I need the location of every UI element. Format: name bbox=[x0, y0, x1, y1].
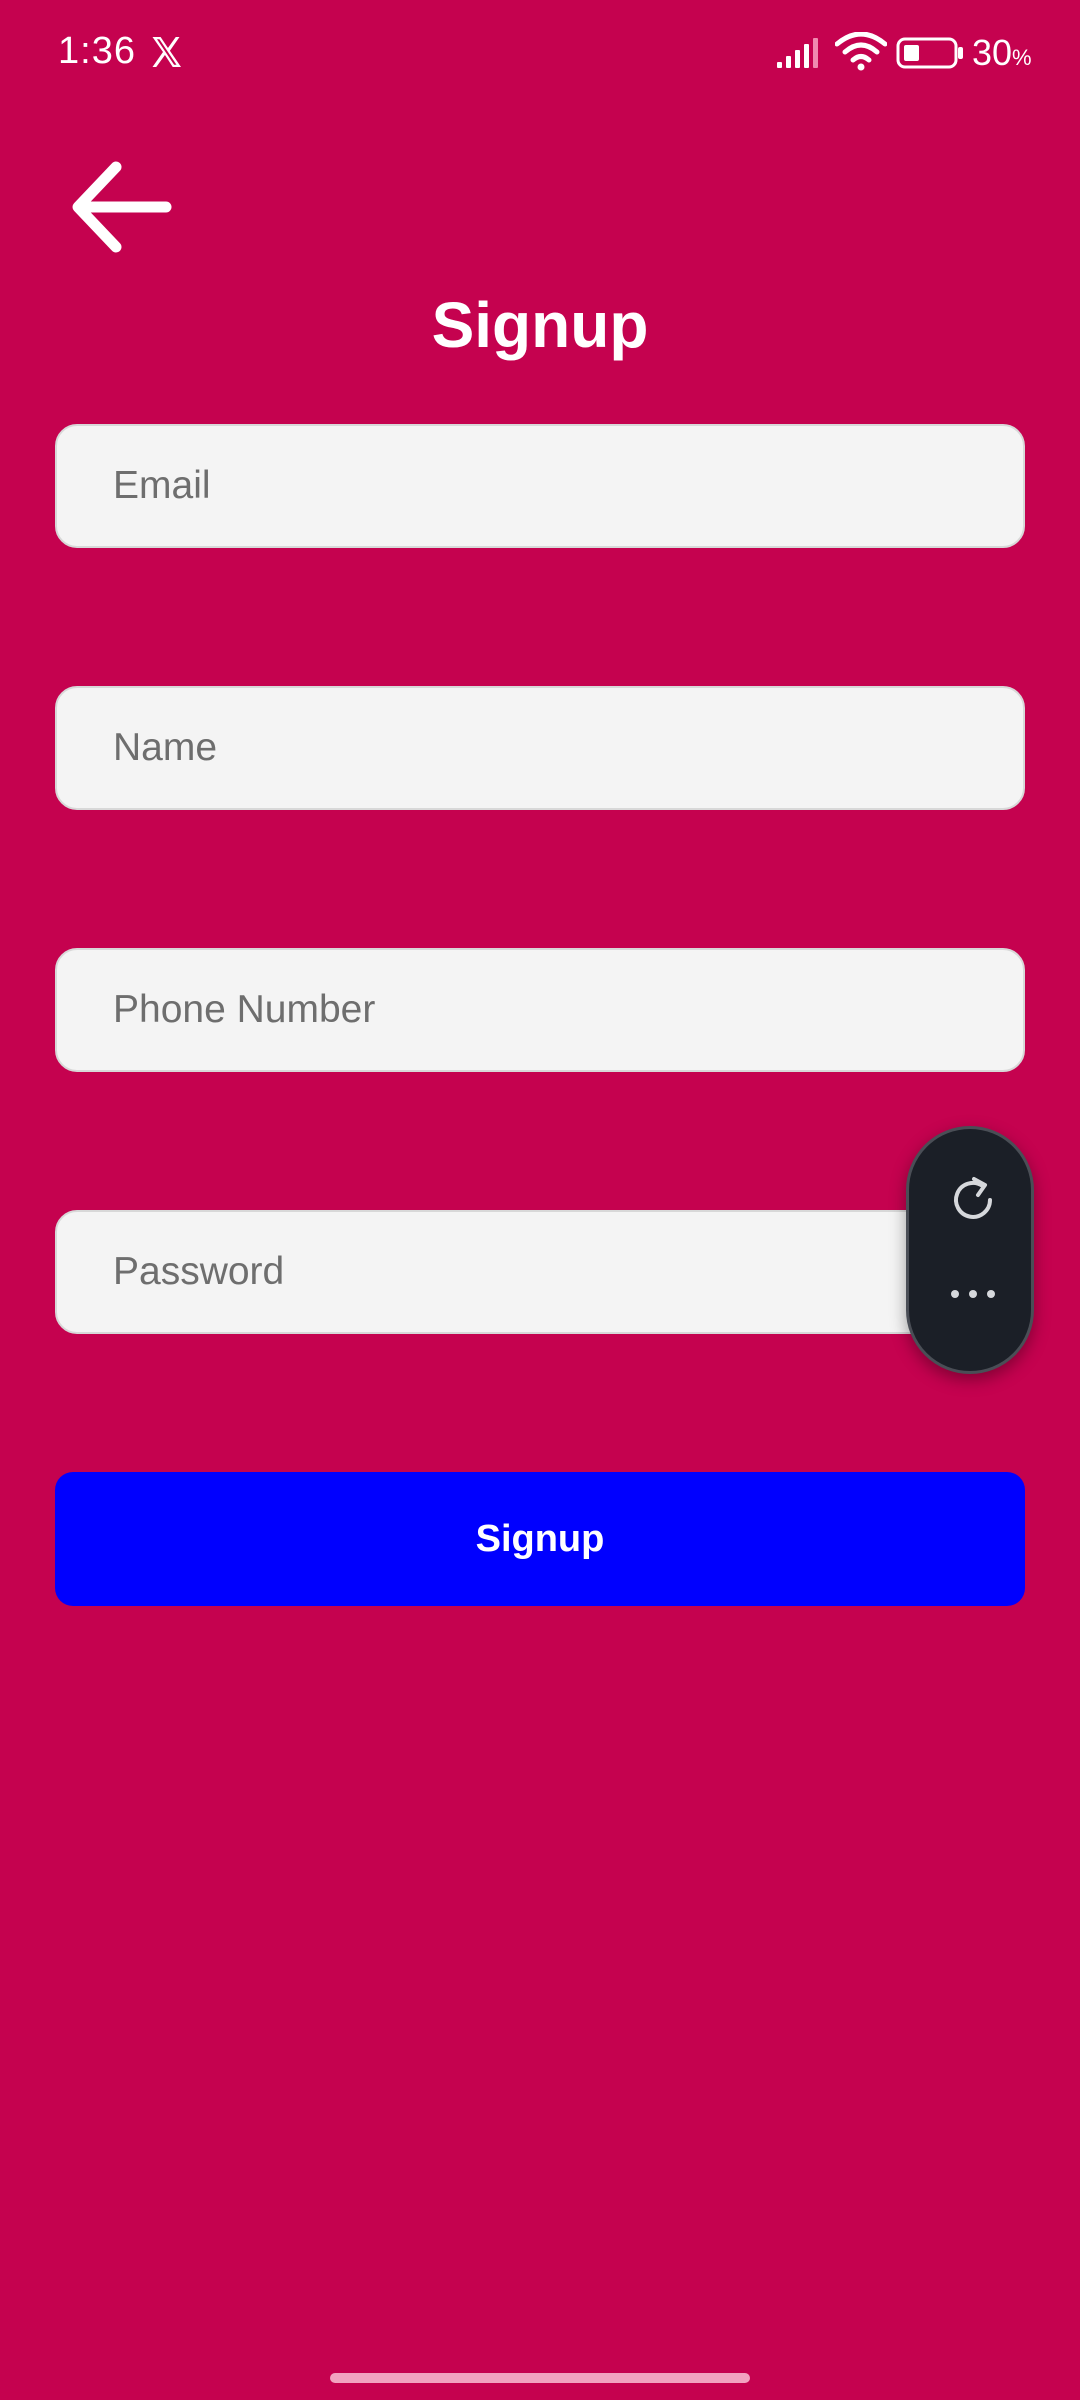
wifi-icon bbox=[835, 32, 887, 71]
signup-button[interactable]: Signup bbox=[55, 1472, 1025, 1606]
name-field-container bbox=[55, 686, 1025, 810]
password-field-container bbox=[55, 1210, 1025, 1334]
signal-icon bbox=[777, 38, 818, 68]
arrow-left-icon bbox=[72, 161, 172, 253]
more-dots-icon[interactable] bbox=[945, 1279, 1001, 1309]
refresh-icon[interactable] bbox=[946, 1173, 1000, 1227]
status-bar: 1:36 30% bbox=[0, 0, 1080, 110]
email-field-container bbox=[55, 424, 1025, 548]
name-field[interactable] bbox=[57, 688, 1023, 808]
floating-action-pill bbox=[906, 1126, 1034, 1374]
battery-icon bbox=[896, 37, 963, 69]
x-logo-icon bbox=[152, 37, 181, 67]
back-button[interactable] bbox=[66, 155, 176, 265]
page-title: Signup bbox=[431, 289, 649, 361]
home-indicator[interactable] bbox=[330, 2373, 750, 2383]
password-field[interactable] bbox=[57, 1212, 1023, 1332]
phone-field-container bbox=[55, 948, 1025, 1072]
status-time: 1:36 bbox=[58, 30, 136, 72]
email-field[interactable] bbox=[57, 426, 1023, 546]
phone-number-field[interactable] bbox=[57, 950, 1023, 1070]
battery-percentage: 30% bbox=[972, 32, 1032, 73]
